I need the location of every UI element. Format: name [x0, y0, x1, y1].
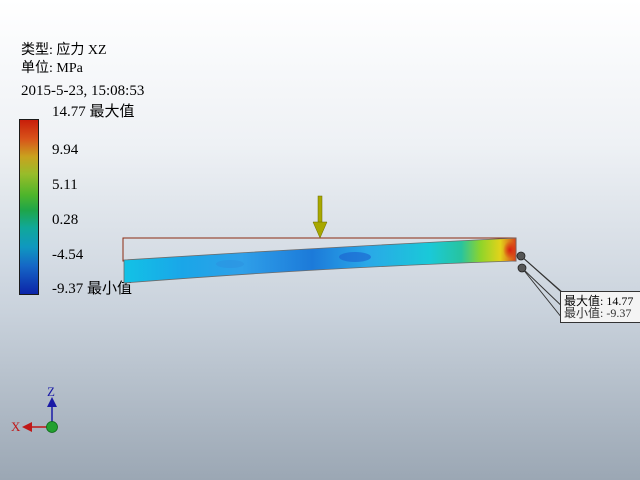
model-viewport[interactable]: [0, 0, 640, 480]
axis-x-label: X: [11, 419, 21, 434]
probe-marker-max[interactable]: [516, 251, 526, 261]
stress-region-low: [339, 252, 371, 262]
stress-region-mid: [216, 260, 244, 268]
stress-region-max: [503, 241, 517, 259]
axis-z-label: Z: [47, 384, 55, 399]
probe-callout-box[interactable]: 最大值: 14.77 最小值: -9.37: [560, 291, 640, 323]
load-arrow-icon[interactable]: [312, 195, 328, 239]
deformed-beam[interactable]: [123, 237, 517, 284]
coordinate-triad-icon: [22, 397, 58, 433]
probe-marker-min[interactable]: [517, 263, 527, 273]
callout-min-value: 最小值: -9.37: [564, 306, 632, 320]
